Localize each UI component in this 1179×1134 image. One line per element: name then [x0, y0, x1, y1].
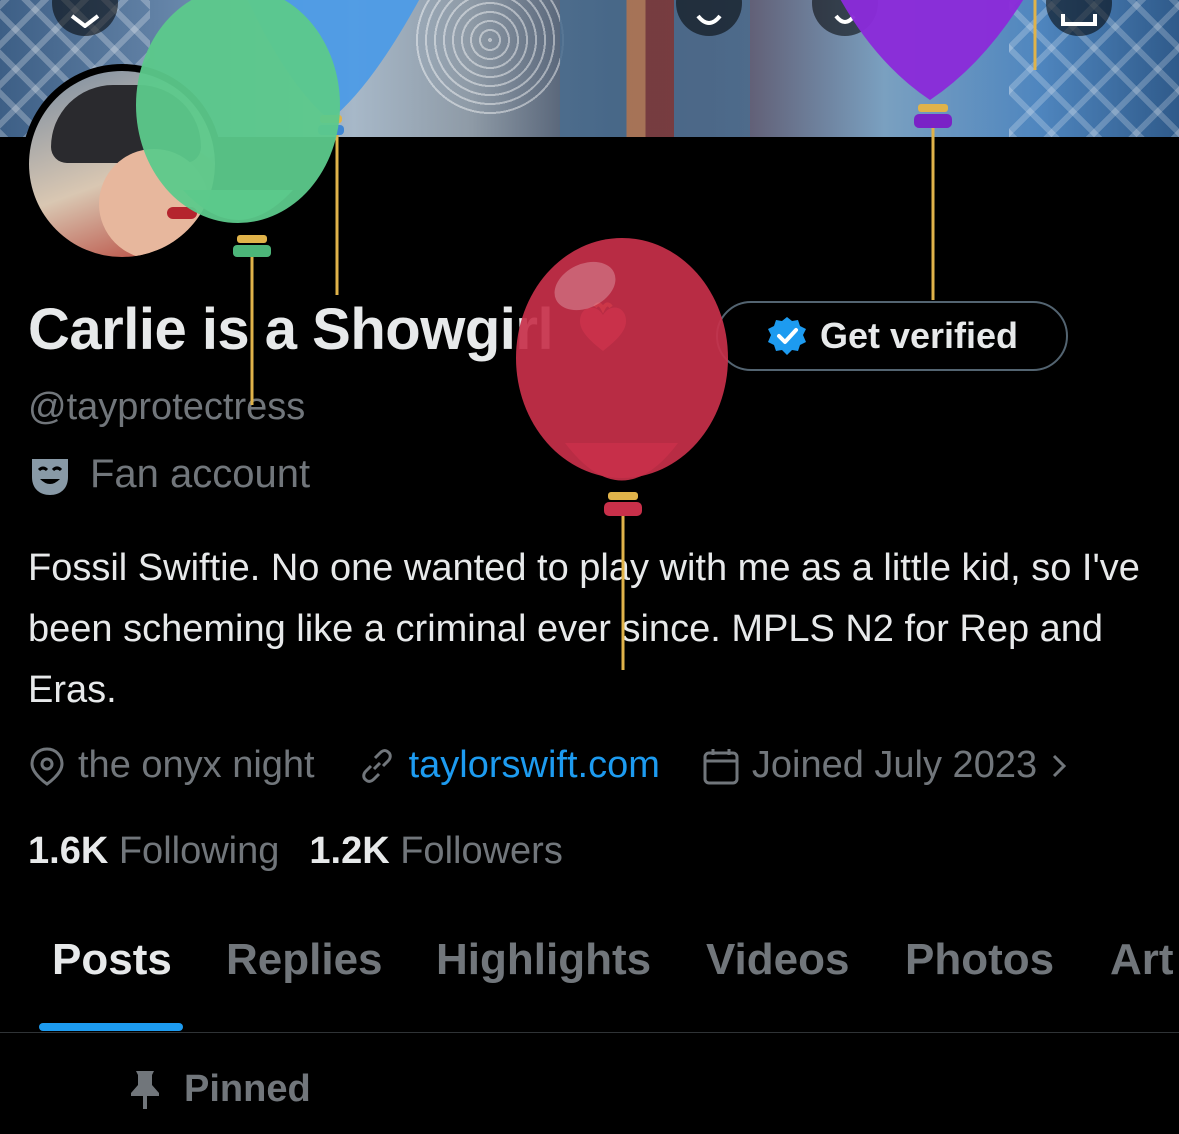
following-count: 1.6K: [28, 830, 109, 872]
followers-count: 1.2K: [309, 830, 390, 872]
tab-videos[interactable]: Videos: [706, 935, 849, 985]
follow-stats: 1.6K Following 1.2K Followers: [28, 830, 563, 873]
avatar-photo: [29, 71, 215, 257]
tab-posts[interactable]: Posts: [52, 935, 172, 985]
burning-heart-icon: [575, 300, 631, 367]
website-link[interactable]: taylorswift.com: [409, 744, 660, 787]
website[interactable]: taylorswift.com: [357, 744, 660, 787]
chevron-right-icon: [1053, 754, 1067, 777]
share-icon: [1061, 14, 1097, 26]
location: the onyx night: [28, 744, 315, 787]
search-icon: [834, 14, 856, 24]
banner-fan: [415, 0, 565, 120]
profile-category: Fan account: [28, 452, 310, 497]
pin-icon: [131, 1070, 159, 1109]
tab-highlights[interactable]: Highlights: [436, 935, 651, 985]
display-name: Carlie is a Showgirl: [28, 296, 631, 367]
performing-arts-masks-icon: [32, 458, 68, 495]
following-stat[interactable]: 1.6K Following: [28, 830, 279, 873]
followers-label: Followers: [400, 830, 563, 872]
following-label: Following: [118, 830, 280, 872]
location-text: the onyx night: [78, 744, 315, 786]
tab-photos[interactable]: Photos: [905, 935, 1054, 985]
tabs-divider: [0, 1032, 1179, 1033]
tab-replies[interactable]: Replies: [226, 935, 383, 985]
display-name-text: Carlie is a Showgirl: [28, 297, 554, 362]
profile-meta: the onyx night taylorswift.com Joined Ju…: [28, 744, 1069, 787]
get-verified-label: Get verified: [819, 315, 1019, 356]
avatar-lips: [167, 207, 197, 219]
followers-stat[interactable]: 1.2K Followers: [309, 830, 562, 873]
link-icon: [361, 748, 392, 783]
pinned-label: Pinned: [128, 1068, 311, 1111]
active-tab-indicator: [39, 1023, 183, 1031]
avatar-beanie: [51, 85, 201, 163]
back-arrow-icon: [70, 14, 100, 28]
bio: Fossil Swiftie. No one wanted to play wi…: [28, 547, 1140, 711]
profile-tabs: Posts Replies Highlights Videos Photos A…: [0, 935, 1179, 1033]
tab-art[interactable]: Art: [1110, 935, 1174, 985]
user-handle: @tayprotectress: [28, 386, 306, 428]
get-verified-button[interactable]: Get verified: [716, 301, 1068, 371]
category-label: Fan account: [90, 452, 311, 496]
grok-icon: [696, 14, 722, 25]
avatar-face: [99, 149, 209, 257]
pinned-text: Pinned: [184, 1068, 311, 1110]
joined-text: Joined July 2023: [751, 744, 1038, 786]
calendar-icon: [703, 748, 739, 784]
verified-badge-icon: [767, 317, 806, 355]
location-pin-icon: [30, 746, 64, 786]
joined-date[interactable]: Joined July 2023: [702, 744, 1069, 787]
avatar[interactable]: [22, 64, 222, 264]
